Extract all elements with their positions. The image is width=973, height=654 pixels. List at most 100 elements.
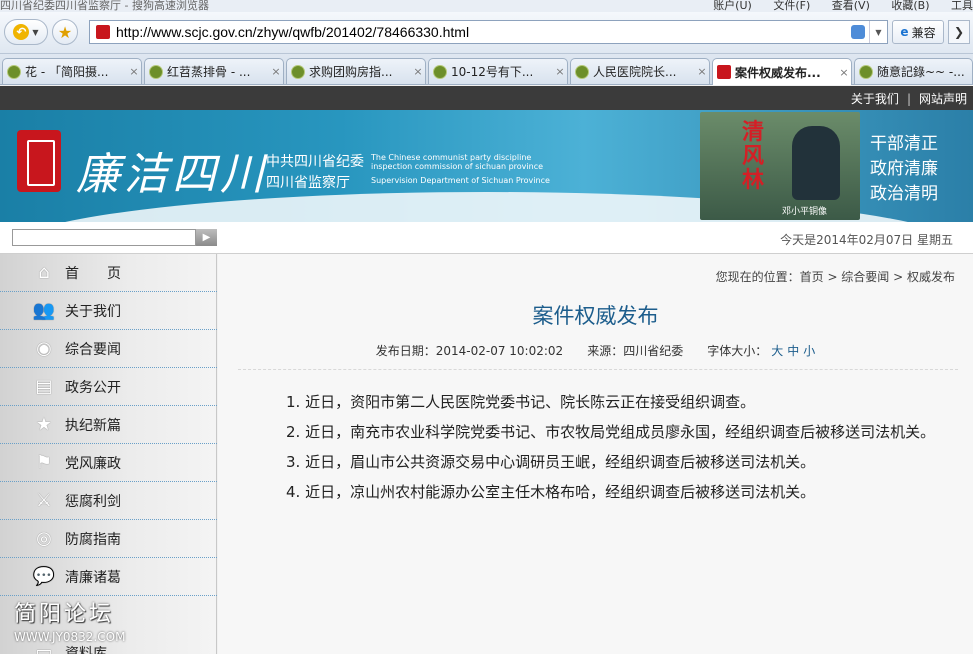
- forward-button[interactable]: ❯: [948, 20, 970, 44]
- site-top-strip: 关于我们 | 网站声明: [0, 86, 973, 110]
- close-icon[interactable]: ×: [127, 65, 141, 78]
- breadcrumb[interactable]: 您现在的位置：首页 > 综合要闻 > 权威发布: [716, 268, 955, 285]
- separator: |: [906, 92, 911, 106]
- sidebar-item-label: 关于我们: [65, 303, 121, 320]
- statue-image: [792, 126, 840, 200]
- font-size-medium-button[interactable]: 中: [787, 344, 799, 358]
- tab-label: 求购团购房指...: [309, 65, 393, 79]
- security-shield-icon[interactable]: [851, 25, 865, 39]
- forum-watermark: 简阳论坛 WWW.JY0832.COM: [14, 596, 144, 652]
- sidebar-item-anti-corruption[interactable]: ⚔ 惩腐利剑: [0, 482, 217, 520]
- search-button[interactable]: ▶: [196, 229, 217, 246]
- home-icon: ⌂: [38, 262, 50, 283]
- tab-active[interactable]: 案件权威发布... ×: [712, 58, 852, 85]
- site-favicon-icon: [96, 25, 110, 39]
- banner-slogan: 干部清正 政府清廉 政治清明: [870, 132, 938, 207]
- sidebar-item-news[interactable]: ◉ 综合要闻: [0, 330, 217, 368]
- menu-tools[interactable]: 工具: [951, 0, 973, 12]
- tab-4[interactable]: 10-12号有下... ×: [428, 58, 568, 84]
- tab-5[interactable]: 人民医院院长... ×: [570, 58, 710, 84]
- people-icon: 👥: [32, 300, 56, 321]
- article-paragraph-4: 4. 近日，凉山州农村能源办公室主任木格布哈，经组织调查后被移送司法机关。: [286, 483, 816, 501]
- chat-icon: 💬: [32, 566, 56, 587]
- tab-2[interactable]: 红苕蒸排骨 - ... ×: [144, 58, 284, 84]
- sidebar: ⌂ 首 页 👥 关于我们 ◉ 综合要闻 ▤ 政务公开 ★ 执纪新篇 ⚑ 党风廉政…: [0, 254, 217, 654]
- sidebar-item-label: 党风廉政: [65, 455, 121, 472]
- org-name-en-1a: The Chinese communist party discipline: [371, 153, 532, 162]
- article-paragraph-2: 2. 近日，南充市农业科学院党委书记、市农牧局党组成员廖永国，经组织调查后被移送…: [286, 423, 936, 441]
- watermark-line-1: 简阳论坛: [14, 602, 115, 627]
- menu-favorites[interactable]: 收藏(B): [891, 0, 929, 12]
- tab-favicon-icon: [859, 64, 873, 79]
- browser-titlebar: 四川省纪委四川省监察厅 - 搜狗高速浏览器 账户(U) 文件(F) 查看(V) …: [0, 0, 973, 12]
- photo-text: 清风林: [742, 119, 765, 193]
- menu-file[interactable]: 文件(F): [773, 0, 810, 12]
- tab-7[interactable]: 随意記錄~~ -...: [854, 58, 973, 84]
- sidebar-item-party-conduct[interactable]: ⚑ 党风廉政: [0, 444, 217, 482]
- tab-favicon-icon: [291, 64, 305, 79]
- sidebar-item-guide[interactable]: ◎ 防腐指南: [0, 520, 217, 558]
- close-icon[interactable]: ×: [837, 66, 851, 79]
- sidebar-item-about[interactable]: 👥 关于我们: [0, 292, 217, 330]
- article-body: 1. 近日，资阳市第二人民医院党委书记、院长陈云正在接受组织调查。 2. 近日，…: [256, 387, 946, 507]
- tab-favicon-icon: [7, 64, 21, 79]
- slogan-line-1: 干部清正: [870, 134, 938, 154]
- close-icon[interactable]: ×: [411, 65, 425, 78]
- font-size-label: 字体大小：: [707, 344, 768, 358]
- compat-mode-button[interactable]: e 兼容: [892, 20, 944, 44]
- browser-menus: 账户(U) 文件(F) 查看(V) 收藏(B) 工具: [695, 0, 973, 12]
- main-content: 您现在的位置：首页 > 综合要闻 > 权威发布 案件权威发布 发布日期：2014…: [218, 254, 973, 654]
- back-arrow-icon: ↶: [13, 24, 30, 40]
- close-icon[interactable]: ×: [695, 65, 709, 78]
- slogan-line-3: 政治清明: [870, 184, 938, 204]
- menu-account[interactable]: 账户(U): [713, 0, 752, 12]
- window-title: 四川省纪委四川省监察厅 - 搜狗高速浏览器: [0, 0, 209, 12]
- favorite-star-button[interactable]: ★: [52, 19, 78, 45]
- tab-label: 随意記錄~~ -...: [877, 65, 965, 79]
- org-name-en-2: Supervision Department of Sichuan Provin…: [371, 176, 550, 185]
- article-title: 案件权威发布: [532, 304, 659, 328]
- close-icon[interactable]: ×: [553, 65, 567, 78]
- sidebar-item-label: 综合要闻: [65, 341, 121, 358]
- sidebar-item-label: 首 页: [65, 265, 121, 282]
- article-source: 来源：四川省纪委: [587, 344, 684, 358]
- tab-3[interactable]: 求购团购房指... ×: [286, 58, 426, 84]
- font-size-small-button[interactable]: 小: [803, 344, 815, 358]
- today-date: 今天是2014年02月07日 星期五: [780, 233, 953, 247]
- close-icon[interactable]: ×: [269, 65, 283, 78]
- sidebar-item-home[interactable]: ⌂ 首 页: [0, 254, 217, 292]
- article-paragraph-3: 3. 近日，眉山市公共资源交易中心调研员王岷，经组织调查后被移送司法机关。: [286, 453, 816, 471]
- menu-view[interactable]: 查看(V): [832, 0, 870, 12]
- tab-label: 红苕蒸排骨 - ...: [167, 65, 251, 79]
- address-dropdown-button[interactable]: ▼: [869, 21, 887, 43]
- sidebar-item-zhuge[interactable]: 💬 清廉诸葛: [0, 558, 217, 596]
- sidebar-item-label: 执纪新篇: [65, 417, 121, 434]
- org-name-en-1b: inspection commission of sichuan provinc…: [371, 162, 544, 171]
- eye-icon: ◉: [36, 338, 52, 359]
- watermark-line-2: WWW.JY0832.COM: [14, 630, 126, 644]
- org-name-en-1: The Chinese communist party discipline i…: [371, 153, 543, 171]
- tab-bar: 花 - 「简阳摄... × 红苕蒸排骨 - ... × 求购团购房指... × …: [0, 54, 973, 85]
- back-button[interactable]: ↶ ▼: [4, 19, 48, 45]
- address-url[interactable]: http://www.scjc.gov.cn/zhyw/qwfb/201402/…: [116, 24, 851, 40]
- tab-label: 10-12号有下...: [451, 65, 534, 79]
- site-statement-link[interactable]: 网站声明: [919, 92, 967, 106]
- tab-1[interactable]: 花 - 「简阳摄... ×: [2, 58, 142, 84]
- about-us-link[interactable]: 关于我们: [851, 92, 899, 106]
- photo-caption: 邓小平铜像: [782, 207, 828, 217]
- seal-logo-icon: [17, 130, 61, 192]
- compat-label: 兼容: [911, 25, 936, 40]
- tab-label: 人民医院院长...: [593, 65, 677, 79]
- font-size-large-button[interactable]: 大: [771, 344, 783, 358]
- article-meta: 发布日期：2014-02-07 10:02:02 来源：四川省纪委 字体大小：大中小: [218, 342, 973, 359]
- compass-icon: ◎: [36, 528, 52, 549]
- sidebar-item-label: 防腐指南: [65, 531, 121, 548]
- document-icon: ▤: [35, 376, 53, 397]
- search-input[interactable]: [12, 229, 196, 246]
- top-links: 关于我们 | 网站声明: [851, 90, 967, 107]
- sidebar-item-government-affairs[interactable]: ▤ 政务公开: [0, 368, 217, 406]
- sidebar-item-discipline[interactable]: ★ 执纪新篇: [0, 406, 217, 444]
- flag-icon: ⚑: [35, 452, 53, 473]
- sidebar-item-label: 政务公开: [65, 379, 121, 396]
- address-bar[interactable]: http://www.scjc.gov.cn/zhyw/qwfb/201402/…: [89, 20, 888, 44]
